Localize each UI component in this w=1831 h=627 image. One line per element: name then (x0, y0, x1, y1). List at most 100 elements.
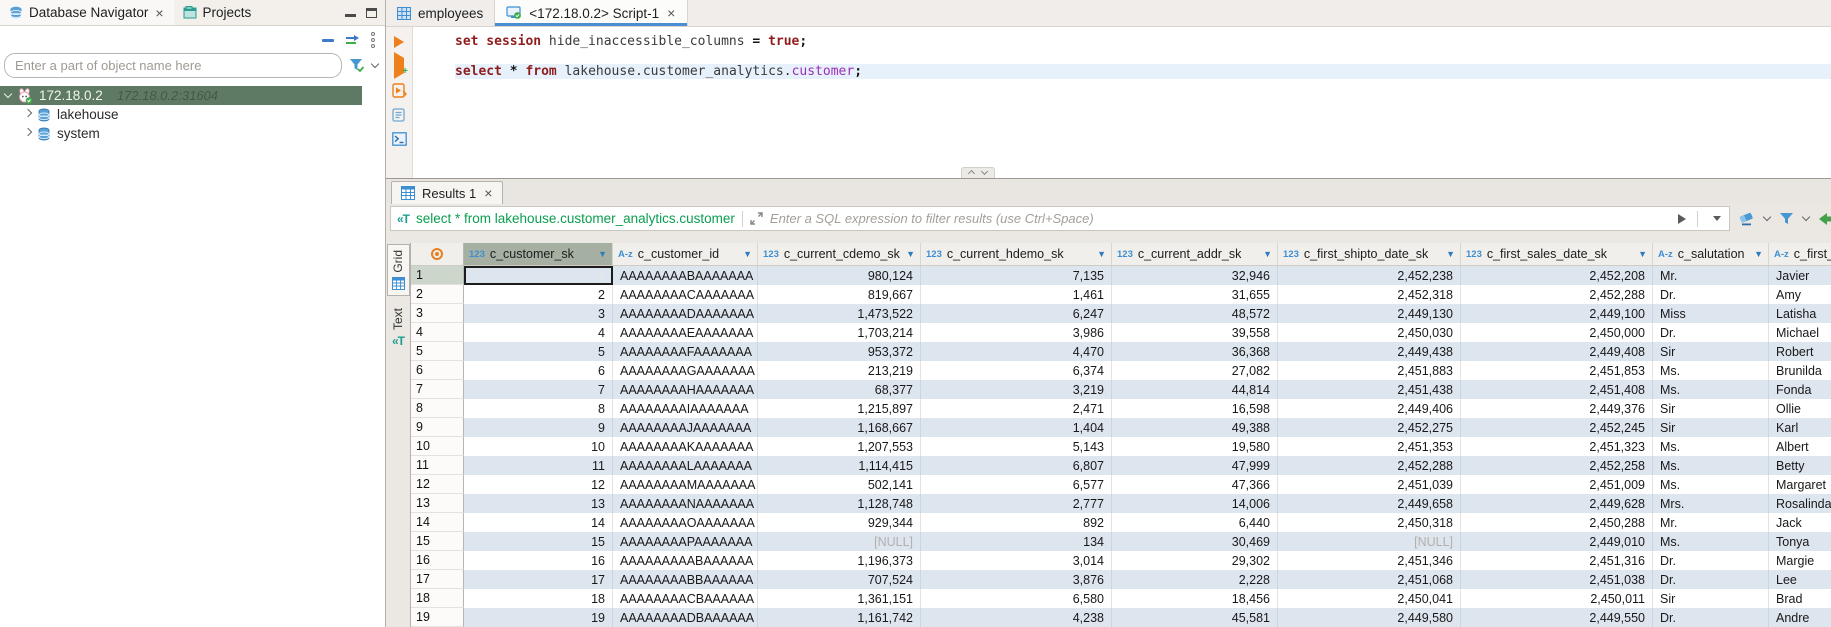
grid-cell[interactable]: 47,999 (1112, 456, 1278, 475)
grid-cell[interactable]: Robert (1769, 342, 1831, 361)
grid-cell[interactable]: 16,598 (1112, 399, 1278, 418)
grid-cell[interactable]: 6,807 (921, 456, 1112, 475)
expand-filter-icon[interactable] (750, 212, 763, 225)
collapse-down-icon[interactable] (981, 167, 988, 174)
grid-cell[interactable]: 17 (464, 570, 613, 589)
grid-cell[interactable]: AAAAAAAAMAAAAAAA (613, 475, 758, 494)
grid-cell[interactable]: Dr. (1653, 570, 1769, 589)
grid-cell[interactable]: Ms. (1653, 437, 1769, 456)
grid-cell[interactable]: AAAAAAAADBAAAAAA (613, 608, 758, 627)
tree-item-lakehouse[interactable]: lakehouse (0, 105, 362, 124)
grid-cell[interactable]: 4 (464, 323, 613, 342)
grid-cell[interactable]: 2,449,376 (1461, 399, 1653, 418)
column-header-c_first_na[interactable]: A-zc_first_na▼ (1769, 243, 1831, 266)
grid-cell[interactable]: 2,449,628 (1461, 494, 1653, 513)
column-header-c_current_cdemo_sk[interactable]: 123c_current_cdemo_sk▼ (758, 243, 921, 266)
grid-cell[interactable]: 1,128,748 (758, 494, 921, 513)
grid-cell[interactable]: 5,143 (921, 437, 1112, 456)
grid-cell[interactable]: 2,450,000 (1461, 323, 1653, 342)
grid-cell[interactable]: Tonya (1769, 532, 1831, 551)
grid-cell[interactable]: Brad (1769, 589, 1831, 608)
grid-cell[interactable]: Dr. (1653, 608, 1769, 627)
grid-cell[interactable]: 30,469 (1112, 532, 1278, 551)
grid-cell[interactable]: 2,452,288 (1461, 285, 1653, 304)
grid-cell[interactable]: Ms. (1653, 475, 1769, 494)
code-line[interactable]: set session hide_inaccessible_columns = … (455, 34, 1831, 49)
grid-cell[interactable]: 2,451,009 (1461, 475, 1653, 494)
collapse-up-icon[interactable] (968, 170, 975, 177)
grid-cell[interactable]: Jack (1769, 513, 1831, 532)
grid-cell[interactable]: 4,470 (921, 342, 1112, 361)
grid-cell[interactable]: 18,456 (1112, 589, 1278, 608)
tab-employees[interactable]: employees (386, 0, 494, 26)
grid-cell[interactable]: 2,451,038 (1461, 570, 1653, 589)
grid-cell[interactable]: 929,344 (758, 513, 921, 532)
grid-cell[interactable]: 16 (464, 551, 613, 570)
grid-cell[interactable]: 2,449,010 (1461, 532, 1653, 551)
grid-cell[interactable]: 7,135 (921, 266, 1112, 285)
grid-cell[interactable]: 1,161,742 (758, 608, 921, 627)
grid-cell[interactable]: Ms. (1653, 380, 1769, 399)
grid-cell[interactable]: 39,558 (1112, 323, 1278, 342)
close-icon[interactable]: × (154, 6, 164, 20)
grid-cell[interactable]: Ollie (1769, 399, 1831, 418)
grid-cell[interactable]: 1,215,897 (758, 399, 921, 418)
row-number[interactable]: 11 (411, 456, 464, 475)
execute-script-icon[interactable] (392, 83, 407, 98)
grid-cell[interactable]: 1,404 (921, 418, 1112, 437)
filter-input-box[interactable]: «T select * from lakehouse.customer_anal… (390, 206, 1730, 231)
grid-cell[interactable]: 2,450,011 (1461, 589, 1653, 608)
row-number[interactable]: 13 (411, 494, 464, 513)
grid-cell[interactable]: Javier (1769, 266, 1831, 285)
grid-cell[interactable]: 2,452,288 (1278, 456, 1461, 475)
grid-cell[interactable]: 2,451,316 (1461, 551, 1653, 570)
row-number[interactable]: 10 (411, 437, 464, 456)
grid-cell[interactable]: Sir (1653, 589, 1769, 608)
object-search-input[interactable] (4, 53, 342, 78)
tab-script-1[interactable]: <172.18.0.2> Script-1 × (494, 0, 688, 26)
grid-cell[interactable]: Amy (1769, 285, 1831, 304)
back-arrow-icon[interactable] (1818, 212, 1831, 226)
column-menu-chevron-icon[interactable]: ▼ (1446, 249, 1455, 259)
clear-filter-eraser-icon[interactable] (1738, 211, 1755, 226)
eraser-dropdown-chevron-icon[interactable] (1763, 213, 1771, 221)
filter-objects-icon[interactable] (349, 58, 365, 73)
grid-cell[interactable]: AAAAAAAABAAAAAAA (613, 266, 758, 285)
grid-cell[interactable]: [NULL] (758, 532, 921, 551)
column-menu-chevron-icon[interactable]: ▼ (906, 249, 915, 259)
column-header-c_salutation[interactable]: A-zc_salutation▼ (1653, 243, 1769, 266)
column-menu-chevron-icon[interactable]: ▼ (1097, 249, 1106, 259)
grid-cell[interactable]: Andre (1769, 608, 1831, 627)
column-header-c_current_addr_sk[interactable]: 123c_current_addr_sk▼ (1112, 243, 1278, 266)
grid-cell[interactable]: [NULL] (1278, 532, 1461, 551)
grid-cell[interactable]: 134 (921, 532, 1112, 551)
collapse-all-icon[interactable] (322, 39, 334, 42)
grid-cell[interactable]: AAAAAAAALAAAAAAA (613, 456, 758, 475)
column-header-c_first_shipto_date_sk[interactable]: 123c_first_shipto_date_sk▼ (1278, 243, 1461, 266)
column-header-c_customer_id[interactable]: A-zc_customer_id▼ (613, 243, 758, 266)
grid-cell[interactable]: 1,168,667 (758, 418, 921, 437)
view-tab-text[interactable]: Text «T (387, 302, 410, 354)
explain-plan-icon[interactable] (392, 108, 406, 122)
grid-cell[interactable]: 5 (464, 342, 613, 361)
grid-cell[interactable]: 892 (921, 513, 1112, 532)
grid-cell[interactable]: Dr. (1653, 551, 1769, 570)
grid-cell[interactable]: Dr. (1653, 285, 1769, 304)
row-number[interactable]: 1 (411, 266, 464, 285)
grid-cell[interactable]: 2,451,883 (1278, 361, 1461, 380)
grid-cell[interactable]: 2,471 (921, 399, 1112, 418)
grid-cell[interactable]: 2,451,068 (1278, 570, 1461, 589)
grid-cell[interactable]: 1,114,415 (758, 456, 921, 475)
grid-cell[interactable]: 953,372 (758, 342, 921, 361)
grid-cell[interactable]: 9 (464, 418, 613, 437)
grid-cell[interactable]: 2,449,550 (1461, 608, 1653, 627)
grid-cell[interactable]: 819,667 (758, 285, 921, 304)
grid-corner-cell[interactable] (411, 243, 464, 266)
splitter-collapse-control[interactable] (961, 167, 995, 178)
tree-item-connection[interactable]: 172.18.0.2 172.18.0.2:31604 (0, 86, 362, 105)
grid-cell[interactable]: 2,451,438 (1278, 380, 1461, 399)
row-number[interactable]: 15 (411, 532, 464, 551)
row-number[interactable]: 12 (411, 475, 464, 494)
maximize-icon[interactable] (366, 8, 377, 18)
close-icon[interactable]: × (666, 6, 676, 20)
